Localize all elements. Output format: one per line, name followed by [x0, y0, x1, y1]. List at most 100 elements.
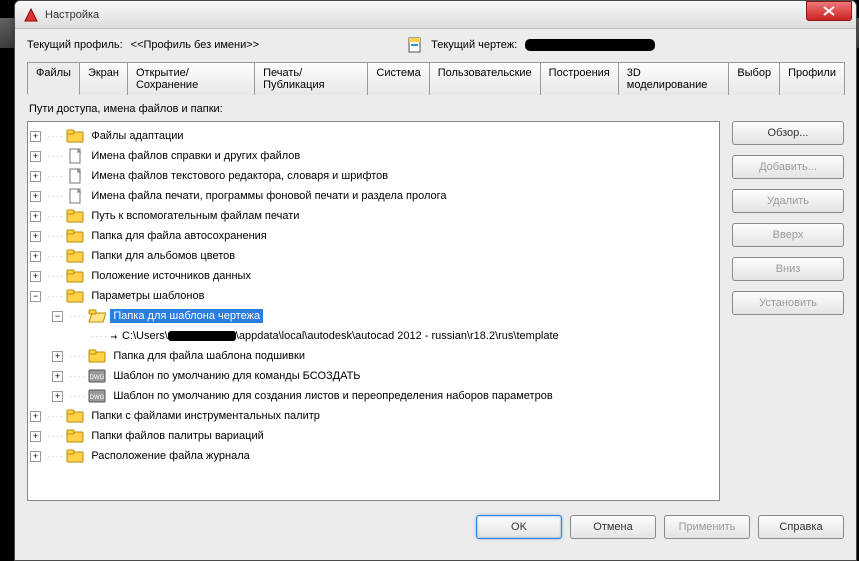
tree-label[interactable]: Имена файлов текстового редактора, слова…: [88, 169, 391, 183]
svg-text:DWG: DWG: [90, 395, 105, 401]
tab-4[interactable]: Система: [367, 62, 429, 95]
svg-text:DWG: DWG: [90, 375, 105, 381]
file-icon: [66, 188, 84, 204]
current-profile-label: Текущий профиль:: [27, 39, 123, 51]
file-icon: [66, 148, 84, 164]
tabs: ФайлыЭкранОткрытие/СохранениеПечать/Публ…: [27, 61, 844, 95]
tree-label[interactable]: Папки с файлами инструментальных палитр: [88, 409, 323, 423]
expand-icon[interactable]: +: [30, 131, 41, 142]
folder-icon: [66, 208, 84, 224]
tree-node[interactable]: +····Папка для файла автосохранения: [30, 226, 717, 246]
tree-view[interactable]: +····Файлы адаптации+····Имена файлов сп…: [27, 121, 720, 501]
close-button[interactable]: [806, 1, 852, 21]
cancel-button[interactable]: Отмена: [570, 515, 656, 539]
tree-label[interactable]: Папка для шаблона чертежа: [110, 309, 263, 323]
tree-label[interactable]: Шаблон по умолчанию для создания листов …: [110, 389, 555, 403]
section-label: Пути доступа, имена файлов и папки:: [29, 103, 842, 115]
file-icon: [66, 168, 84, 184]
expand-icon[interactable]: +: [30, 171, 41, 182]
tree-label[interactable]: Шаблон по умолчанию для команды БСОЗДАТЬ: [110, 369, 363, 383]
settings-window: Настройка Текущий профиль: <<Профиль без…: [14, 0, 857, 561]
tree-node[interactable]: −····Параметры шаблонов: [30, 286, 717, 306]
tree-label[interactable]: Файлы адаптации: [88, 129, 186, 143]
ok-button[interactable]: OK: [476, 515, 562, 539]
folder-icon: [66, 288, 84, 304]
tree-label[interactable]: Параметры шаблонов: [88, 289, 207, 303]
window-title: Настройка: [45, 9, 99, 21]
up-button[interactable]: Вверх: [732, 223, 844, 247]
tree-label[interactable]: Папки для альбомов цветов: [88, 249, 238, 263]
add-button[interactable]: Добавить...: [732, 155, 844, 179]
app-icon: [23, 7, 39, 23]
expand-icon[interactable]: +: [30, 151, 41, 162]
path-redacted: [168, 331, 236, 341]
tab-0[interactable]: Файлы: [27, 62, 80, 95]
current-profile-value: <<Профиль без имени>>: [131, 39, 259, 51]
apply-button[interactable]: Применить: [664, 515, 750, 539]
tab-1[interactable]: Экран: [79, 62, 128, 95]
collapse-icon[interactable]: −: [30, 291, 41, 302]
expand-icon[interactable]: +: [30, 211, 41, 222]
tree-node[interactable]: +····Положение источников данных: [30, 266, 717, 286]
tab-5[interactable]: Пользовательские: [429, 62, 541, 95]
set-button[interactable]: Установить: [732, 291, 844, 315]
bottom-buttons: OK Отмена Применить Справка: [27, 515, 844, 539]
folder-icon: [66, 408, 84, 424]
tree-node[interactable]: +····Имена файлов текстового редактора, …: [30, 166, 717, 186]
expand-icon[interactable]: +: [52, 391, 63, 402]
tree-node[interactable]: ····→ C:\Users\\appdata\local\autodesk\a…: [74, 326, 717, 346]
expand-icon[interactable]: +: [52, 371, 63, 382]
tree-label[interactable]: Положение источников данных: [88, 269, 254, 283]
dwg-icon: DWG: [88, 388, 106, 404]
tree-label[interactable]: Путь к вспомогательным файлам печати: [88, 209, 302, 223]
folder-icon: [88, 348, 106, 364]
tree-node[interactable]: +····Папки с файлами инструментальных па…: [30, 406, 717, 426]
delete-button[interactable]: Удалить: [732, 189, 844, 213]
expand-icon[interactable]: +: [30, 411, 41, 422]
tree-node[interactable]: +····Имена файла печати, программы фонов…: [30, 186, 717, 206]
tree-node[interactable]: +····Путь к вспомогательным файлам печат…: [30, 206, 717, 226]
tree-node[interactable]: −····Папка для шаблона чертежа: [52, 306, 717, 326]
side-buttons: Обзор... Добавить... Удалить Вверх Вниз …: [732, 121, 844, 501]
down-button[interactable]: Вниз: [732, 257, 844, 281]
tab-9[interactable]: Профили: [779, 62, 845, 95]
tree-label[interactable]: Расположение файла журнала: [88, 449, 252, 463]
expand-icon[interactable]: +: [30, 451, 41, 462]
folder-icon: [66, 228, 84, 244]
tree-node[interactable]: +····Папки файлов палитры вариаций: [30, 426, 717, 446]
tab-2[interactable]: Открытие/Сохранение: [127, 62, 255, 95]
tab-8[interactable]: Выбор: [728, 62, 780, 95]
tab-6[interactable]: Построения: [540, 62, 619, 95]
expand-icon[interactable]: +: [30, 271, 41, 282]
tree-node[interactable]: +····Имена файлов справки и других файло…: [30, 146, 717, 166]
titlebar[interactable]: Настройка: [15, 1, 856, 29]
expand-icon[interactable]: +: [52, 351, 63, 362]
tree-label[interactable]: Имена файлов справки и других файлов: [88, 149, 303, 163]
expand-icon[interactable]: +: [30, 431, 41, 442]
path-arrow-icon: →: [110, 330, 117, 343]
tree-label[interactable]: Папка для файла автосохранения: [88, 229, 269, 243]
folder-icon: [66, 448, 84, 464]
folder-icon: [66, 428, 84, 444]
collapse-icon[interactable]: −: [52, 311, 63, 322]
tree-label[interactable]: Папка для файла шаблона подшивки: [110, 349, 308, 363]
current-drawing-label: Текущий чертеж:: [431, 39, 517, 51]
expand-icon[interactable]: +: [30, 251, 41, 262]
expand-icon[interactable]: +: [30, 191, 41, 202]
tree-node[interactable]: +····Папка для файла шаблона подшивки: [52, 346, 717, 366]
help-button[interactable]: Справка: [758, 515, 844, 539]
tree-node[interactable]: +····DWGШаблон по умолчанию для создания…: [52, 386, 717, 406]
expand-icon[interactable]: +: [30, 231, 41, 242]
tree-label[interactable]: Папки файлов палитры вариаций: [88, 429, 266, 443]
browse-button[interactable]: Обзор...: [732, 121, 844, 145]
tab-7[interactable]: 3D моделирование: [618, 62, 730, 95]
tree-node[interactable]: +····DWGШаблон по умолчанию для команды …: [52, 366, 717, 386]
tree-node[interactable]: +····Папки для альбомов цветов: [30, 246, 717, 266]
tree-node[interactable]: +····Файлы адаптации: [30, 126, 717, 146]
drawing-name-redacted: [525, 39, 655, 51]
tab-3[interactable]: Печать/Публикация: [254, 62, 368, 95]
tree-label[interactable]: Имена файла печати, программы фоновой пе…: [88, 189, 449, 203]
tree-node[interactable]: +····Расположение файла журнала: [30, 446, 717, 466]
folder-icon: [66, 128, 84, 144]
folder-open-icon: [88, 308, 106, 324]
